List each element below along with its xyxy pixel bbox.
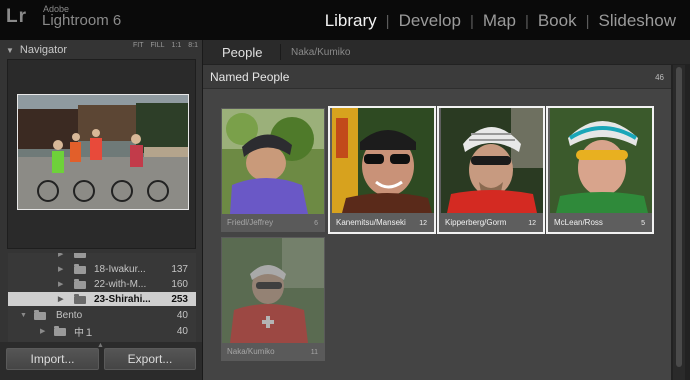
folder-name: 23-Shirahi... [94, 293, 151, 305]
breadcrumb-separator [280, 44, 281, 60]
person-name: McLean/Ross [554, 218, 603, 227]
face-thumbnail[interactable] [332, 108, 434, 213]
folder-name: Bento [56, 309, 83, 321]
folder-name: 22-with-M... [94, 278, 147, 290]
person-count: 12 [528, 220, 536, 227]
section-count: 46 [655, 73, 664, 82]
folder-name: 中１ [74, 327, 94, 339]
person-card[interactable]: Naka/Kumiko 11 [221, 237, 325, 361]
left-panel-footer: ▲ Import... Export... [0, 342, 202, 380]
triangle-right-icon[interactable]: ▶ [58, 295, 63, 303]
person-card-selected[interactable]: McLean/Ross 5 [546, 106, 654, 234]
section-title: Named People [210, 70, 290, 84]
identity-plate-bar: Lr Adobe Lightroom 6 Library | Develop |… [0, 0, 690, 40]
scrollbar-thumb[interactable] [676, 67, 682, 367]
person-count: 12 [419, 220, 427, 227]
folder-count: 160 [171, 278, 188, 290]
folder-name: 18-Iwakur... [94, 263, 146, 275]
module-separator: | [385, 12, 390, 30]
folder-row[interactable]: ▶ 18-Iwakur... 137 [8, 262, 196, 276]
named-people-section: Named People 46 Friedl/Jeffrey 6 Kanemit… [203, 65, 671, 380]
face-thumbnail[interactable] [222, 109, 324, 214]
breadcrumb: People Naka/Kumiko [203, 40, 690, 64]
folders-panel: ▶ ▶ 18-Iwakur... 137 ▶ 22-with-M... 160 … [8, 253, 196, 342]
person-card-selected[interactable]: Kanemitsu/Manseki 12 [328, 106, 436, 234]
module-separator: | [585, 12, 590, 30]
import-button[interactable]: Import... [6, 348, 99, 370]
face-thumbnail[interactable] [550, 108, 652, 213]
folder-row[interactable]: ▶ 中１ 40 [8, 324, 196, 339]
folder-row-partial[interactable]: ▶ [8, 253, 196, 261]
module-separator: | [524, 12, 529, 30]
person-name: Kipperberg/Gorm [445, 218, 507, 227]
folder-row-selected[interactable]: ▶ 23-Shirahi... 253 [8, 292, 196, 306]
folder-icon [74, 264, 86, 274]
navigator-preview-image[interactable] [17, 94, 189, 210]
folder-count: 253 [171, 293, 188, 305]
zoom-1-1[interactable]: 1:1 [172, 42, 182, 49]
module-book[interactable]: Book [536, 11, 579, 31]
module-separator: | [469, 12, 474, 30]
person-card[interactable]: Friedl/Jeffrey 6 [221, 108, 325, 232]
folder-count: 137 [171, 263, 188, 275]
person-count: 6 [314, 220, 318, 227]
navigator-title: Navigator [19, 44, 67, 56]
person-count: 11 [310, 349, 318, 356]
grid-scrollbar[interactable] [673, 65, 685, 380]
folder-icon [74, 294, 86, 304]
face-thumbnail[interactable] [222, 238, 324, 343]
person-name: Naka/Kumiko [227, 347, 275, 356]
breadcrumb-people[interactable]: People [222, 45, 262, 60]
folder-row[interactable]: ▼ Bento 40 [8, 308, 196, 322]
zoom-fill[interactable]: FILL [151, 42, 165, 49]
navigator-preview-area [7, 59, 196, 249]
brand-title: Lightroom 6 [42, 12, 122, 29]
folder-icon [74, 279, 86, 289]
triangle-right-icon[interactable]: ▶ [40, 327, 45, 335]
triangle-right-icon[interactable]: ▶ [58, 265, 63, 273]
person-card-selected[interactable]: Kipperberg/Gorm 12 [437, 106, 545, 234]
zoom-fit[interactable]: FIT [133, 42, 144, 49]
folder-icon [34, 310, 46, 320]
folder-count: 40 [176, 325, 188, 337]
triangle-right-icon[interactable]: ▶ [58, 253, 63, 258]
module-develop[interactable]: Develop [397, 11, 463, 31]
person-name: Friedl/Jeffrey [227, 218, 274, 227]
zoom-8-1[interactable]: 8:1 [188, 42, 198, 49]
section-header[interactable]: Named People 46 [203, 65, 671, 89]
triangle-right-icon[interactable]: ▶ [58, 280, 63, 288]
export-button[interactable]: Export... [104, 348, 196, 370]
folder-icon [74, 253, 86, 258]
left-panel: ▼ Navigator FIT FILL 1:1 8:1 ▶ ▶ 18-Iwak… [0, 40, 202, 380]
main-content: People Naka/Kumiko Named People 46 Fried… [203, 40, 690, 380]
triangle-down-icon[interactable]: ▼ [6, 46, 14, 55]
breadcrumb-person[interactable]: Naka/Kumiko [291, 47, 350, 58]
module-picker: Library | Develop | Map | Book | Slidesh… [323, 11, 678, 31]
triangle-down-icon[interactable]: ▼ [20, 312, 27, 319]
folder-row[interactable]: ▶ 22-with-M... 160 [8, 277, 196, 291]
face-thumbnail[interactable] [441, 108, 543, 213]
module-library[interactable]: Library [323, 11, 379, 31]
folder-icon [54, 326, 66, 336]
folder-count: 40 [176, 309, 188, 321]
zoom-options: FIT FILL 1:1 8:1 [133, 42, 198, 49]
person-name: Kanemitsu/Manseki [336, 218, 406, 227]
person-count: 5 [641, 220, 645, 227]
module-map[interactable]: Map [481, 11, 518, 31]
module-slideshow[interactable]: Slideshow [597, 11, 679, 31]
lightroom-logo: Lr [6, 6, 27, 27]
